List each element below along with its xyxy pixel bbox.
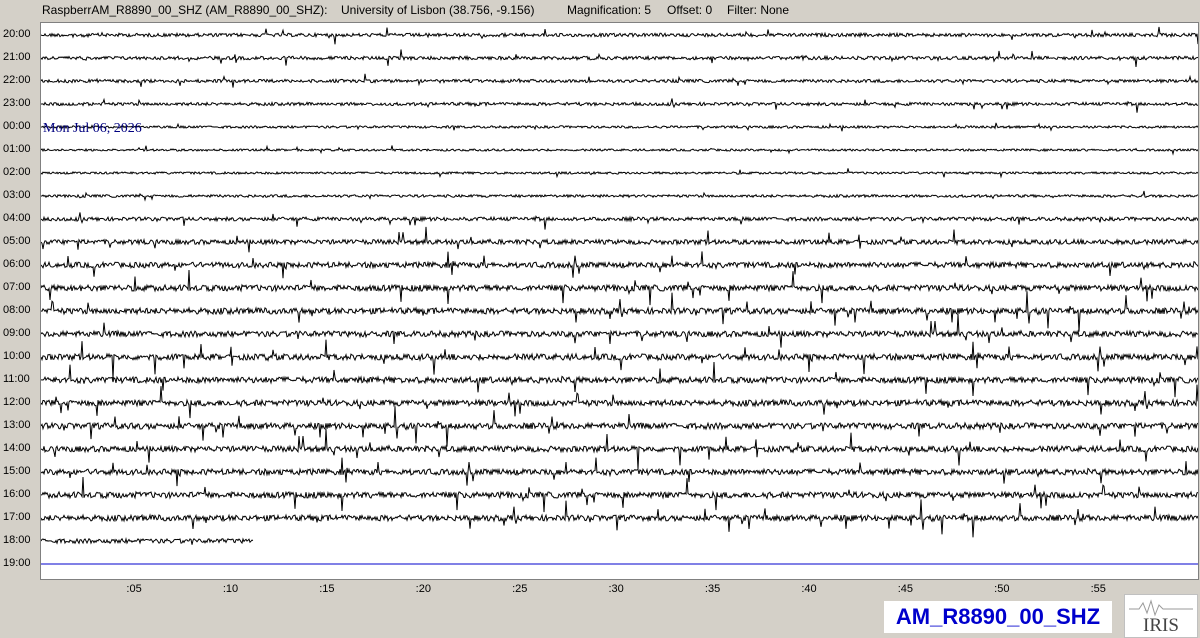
hour-label-1500: 15:00 bbox=[3, 465, 31, 477]
minute-tick-55: :55 bbox=[1090, 583, 1106, 595]
trace-0400 bbox=[41, 212, 1198, 230]
hour-label-1900: 19:00 bbox=[3, 557, 31, 569]
trace-0200 bbox=[41, 168, 1198, 179]
hour-label-2200: 22:00 bbox=[3, 74, 31, 86]
header-bar: RaspberrAM_R8890_00_SHZ (AM_R8890_00_SHZ… bbox=[0, 0, 1200, 20]
trace-1000 bbox=[41, 339, 1198, 379]
trace-0300 bbox=[41, 190, 1198, 202]
hour-label-2100: 21:00 bbox=[3, 51, 31, 63]
hour-label-0500: 05:00 bbox=[3, 235, 31, 247]
helicorder-plot bbox=[40, 22, 1199, 580]
logo-text: IRIS bbox=[1143, 615, 1179, 636]
trace-0100 bbox=[41, 144, 1198, 156]
trace-1200 bbox=[41, 384, 1198, 419]
trace-1500 bbox=[41, 457, 1198, 487]
trace-2300 bbox=[41, 97, 1198, 113]
offset-readout: Offset: 0 bbox=[667, 3, 713, 17]
trace-1600 bbox=[41, 476, 1198, 513]
hour-label-0100: 01:00 bbox=[3, 143, 31, 155]
trace-1300 bbox=[41, 406, 1198, 447]
station-name: RaspberrAM_R8890_00_SHZ (AM_R8890_00_SHZ… bbox=[42, 3, 328, 17]
hour-label-1300: 13:00 bbox=[3, 419, 31, 431]
trace-2100 bbox=[41, 49, 1198, 68]
hour-label-1800: 18:00 bbox=[3, 534, 31, 546]
trace-0500 bbox=[41, 226, 1198, 253]
hour-label-1400: 14:00 bbox=[3, 442, 31, 454]
hour-label-0900: 09:00 bbox=[3, 327, 31, 339]
filter-readout: Filter: None bbox=[727, 3, 790, 17]
hour-label-2300: 23:00 bbox=[3, 97, 31, 109]
minute-tick-5: :05 bbox=[126, 583, 142, 595]
seismogram-traces bbox=[41, 26, 1198, 565]
trace-1800 bbox=[41, 537, 254, 545]
hour-label-1700: 17:00 bbox=[3, 511, 31, 523]
trace-0800 bbox=[41, 291, 1198, 332]
station-location: University of Lisbon (38.756, -9.156) bbox=[341, 3, 535, 17]
trace-2200 bbox=[41, 73, 1198, 88]
trace-0000 bbox=[41, 122, 1198, 132]
hour-label-0700: 07:00 bbox=[3, 281, 31, 293]
hour-label-0800: 08:00 bbox=[3, 304, 31, 316]
trace-1400 bbox=[41, 429, 1198, 470]
trace-1700 bbox=[41, 499, 1198, 538]
minute-tick-25: :25 bbox=[512, 583, 528, 595]
minute-tick-50: :50 bbox=[994, 583, 1010, 595]
hour-label-1200: 12:00 bbox=[3, 396, 31, 408]
hour-label-1000: 10:00 bbox=[3, 350, 31, 362]
minute-tick-20: :20 bbox=[415, 583, 431, 595]
hour-label-1100: 11:00 bbox=[3, 373, 30, 385]
trace-0900 bbox=[41, 314, 1198, 348]
minute-tick-15: :15 bbox=[319, 583, 335, 595]
hour-label-0400: 04:00 bbox=[3, 212, 31, 224]
trace-1100 bbox=[41, 361, 1198, 398]
minute-tick-45: :45 bbox=[897, 583, 914, 595]
station-badge: AM_R8890_00_SHZ bbox=[884, 601, 1112, 633]
minute-tick-10: :10 bbox=[222, 583, 239, 595]
hour-label-0600: 06:00 bbox=[3, 258, 31, 270]
hour-label-0200: 02:00 bbox=[3, 166, 31, 178]
minute-tick-30: :30 bbox=[608, 583, 624, 595]
trace-0600 bbox=[41, 251, 1198, 279]
minute-tick-40: :40 bbox=[801, 583, 817, 595]
hour-label-2000: 20:00 bbox=[3, 28, 31, 40]
trace-2000 bbox=[41, 26, 1198, 45]
minute-tick-35: :35 bbox=[704, 583, 721, 595]
magnification-readout: Magnification: 5 bbox=[567, 3, 652, 17]
hour-label-1600: 16:00 bbox=[3, 488, 31, 500]
hour-label-0300: 03:00 bbox=[3, 189, 31, 201]
iris-logo-icon: IRIS bbox=[1124, 594, 1198, 638]
hour-label-0000: 00:00 bbox=[3, 120, 31, 132]
date-label: Mon Jul 06, 2026 bbox=[43, 121, 142, 136]
